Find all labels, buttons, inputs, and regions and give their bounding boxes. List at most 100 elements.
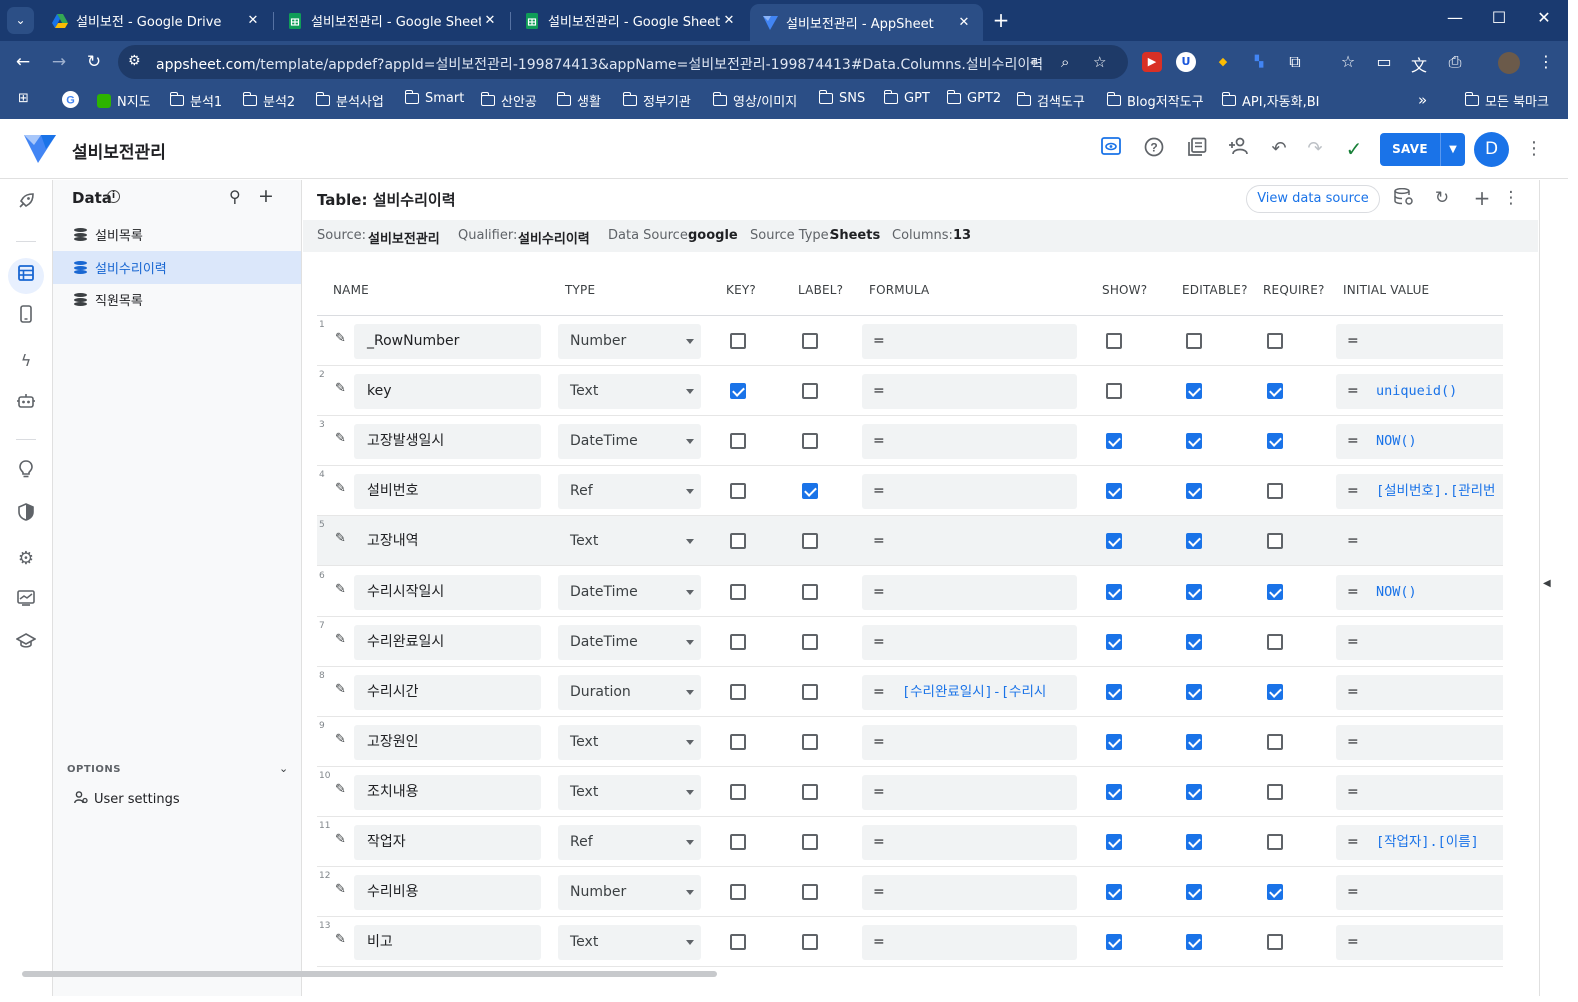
undo-icon[interactable]: ↶ xyxy=(1267,137,1291,161)
editable-checkbox[interactable] xyxy=(1186,633,1202,650)
require-checkbox[interactable] xyxy=(1267,333,1283,349)
require-checkbox[interactable] xyxy=(1267,733,1283,750)
minimize-icon[interactable]: — xyxy=(1440,8,1470,27)
extension-icon[interactable]: U xyxy=(1176,52,1196,72)
browser-tab[interactable]: 설비보전관리 - Google Sheets ✕ xyxy=(512,6,748,35)
label-checkbox[interactable] xyxy=(802,583,818,600)
edit-pencil-icon[interactable]: ✎ xyxy=(335,582,346,597)
initial-value-field[interactable]: = NOW() xyxy=(1336,574,1503,610)
require-checkbox[interactable] xyxy=(1267,934,1283,951)
bookmark-folder[interactable]: 검색도구 xyxy=(1016,91,1085,110)
show-checkbox[interactable] xyxy=(1106,483,1122,500)
edit-pencil-icon[interactable]: ✎ xyxy=(335,331,346,346)
column-type-select[interactable]: DateTime xyxy=(558,424,701,460)
chevron-down-icon[interactable]: ▼ xyxy=(1441,133,1465,166)
checkmark-icon[interactable]: ✓ xyxy=(1342,137,1366,161)
tab-search-button[interactable]: ⌄ xyxy=(7,7,34,34)
editable-checkbox[interactable] xyxy=(1186,383,1202,400)
settings-gear-icon[interactable]: ⚙ xyxy=(13,546,39,572)
show-checkbox[interactable] xyxy=(1106,934,1122,951)
save-button[interactable]: SAVE ▼ xyxy=(1380,133,1465,166)
editable-checkbox[interactable] xyxy=(1186,433,1202,450)
bookmark-folder[interactable]: 영상/이미지 xyxy=(712,91,797,110)
bookmark-folder[interactable]: SNS xyxy=(818,90,865,106)
sidebar-item-equipment-list[interactable]: 설비목록 xyxy=(53,218,301,251)
preview-eye-icon[interactable] xyxy=(1099,137,1123,161)
formula-field[interactable]: = xyxy=(862,825,1077,860)
key-checkbox[interactable] xyxy=(730,483,746,500)
back-icon[interactable]: ← xyxy=(12,52,34,72)
editable-checkbox[interactable] xyxy=(1186,683,1202,700)
translate-icon[interactable]: 文 xyxy=(1408,52,1430,76)
database-settings-icon[interactable] xyxy=(1393,187,1415,211)
show-checkbox[interactable] xyxy=(1106,533,1122,550)
browser-tab-active[interactable]: 설비보전관리 - AppSheet ✕ xyxy=(750,4,983,41)
label-checkbox[interactable] xyxy=(802,884,818,901)
initial-value-field[interactable]: = xyxy=(1336,724,1503,760)
require-checkbox[interactable] xyxy=(1267,884,1283,901)
chevron-down-icon[interactable]: ⌄ xyxy=(279,762,288,775)
editable-checkbox[interactable] xyxy=(1186,333,1202,349)
label-checkbox[interactable] xyxy=(802,333,818,349)
print-icon[interactable]: ⎙ xyxy=(1444,52,1466,72)
key-checkbox[interactable] xyxy=(730,583,746,600)
bookmark-folder[interactable]: GPT2 xyxy=(946,90,1001,106)
show-checkbox[interactable] xyxy=(1106,683,1122,700)
show-checkbox[interactable] xyxy=(1106,834,1122,850)
edit-pencil-icon[interactable]: ✎ xyxy=(335,782,346,797)
intelligence-bulb-icon[interactable] xyxy=(13,460,39,486)
extension-icon[interactable]: ▶ xyxy=(1142,52,1162,72)
key-checkbox[interactable] xyxy=(730,783,746,800)
edit-pencil-icon[interactable]: ✎ xyxy=(335,431,346,446)
label-checkbox[interactable] xyxy=(802,783,818,800)
location-icon[interactable]: ⌖ xyxy=(1030,53,1038,71)
security-shield-icon[interactable] xyxy=(13,503,39,529)
column-name-field[interactable]: key xyxy=(354,374,541,410)
editable-checkbox[interactable] xyxy=(1186,533,1202,550)
editable-checkbox[interactable] xyxy=(1186,733,1202,750)
key-checkbox[interactable] xyxy=(730,934,746,951)
more-vert-icon[interactable]: ⋮ xyxy=(1522,137,1546,161)
column-name-field[interactable]: 고장원인 xyxy=(354,724,541,760)
address-bar[interactable]: ⚙ appsheet.com/template/appdef?appId=설비보… xyxy=(118,45,1128,79)
initial-value-field[interactable]: = [작업자].[이름] xyxy=(1336,825,1503,860)
formula-field[interactable]: = [수리완료일시]-[수리시 xyxy=(862,674,1077,710)
new-tab-button[interactable]: + xyxy=(990,10,1012,30)
editable-checkbox[interactable] xyxy=(1186,783,1202,800)
column-name-field[interactable]: 수리시작일시 xyxy=(354,574,541,610)
window-close-icon[interactable]: ✕ xyxy=(1529,8,1559,27)
initial-value-field[interactable]: = NOW() xyxy=(1336,424,1503,460)
formula-field[interactable]: = xyxy=(862,324,1077,359)
column-type-select[interactable]: Text xyxy=(558,374,701,410)
bookmark-link[interactable]: N지도 xyxy=(97,91,151,110)
edit-pencil-icon[interactable]: ✎ xyxy=(335,682,346,697)
column-name-field[interactable]: 수리시간 xyxy=(354,674,541,710)
close-icon[interactable]: ✕ xyxy=(955,15,973,30)
bookmarks-star-icon[interactable]: ☆ xyxy=(1337,52,1359,71)
bookmark-folder[interactable]: GPT xyxy=(883,90,930,106)
google-bookmark-icon[interactable]: G xyxy=(62,91,79,108)
column-name-field[interactable]: 비고 xyxy=(354,925,541,961)
column-type-select[interactable]: Ref xyxy=(558,474,701,510)
edit-pencil-icon[interactable]: ✎ xyxy=(335,632,346,647)
chevron-left-icon[interactable]: ◀ xyxy=(1543,578,1551,589)
show-checkbox[interactable] xyxy=(1106,383,1122,400)
show-checkbox[interactable] xyxy=(1106,633,1122,650)
column-type-select[interactable]: DateTime xyxy=(558,624,701,660)
show-checkbox[interactable] xyxy=(1106,433,1122,450)
share-add-person-icon[interactable] xyxy=(1227,137,1251,161)
bookmark-folder[interactable]: 분석사업 xyxy=(315,91,384,110)
initial-value-field[interactable]: = xyxy=(1336,674,1503,710)
key-checkbox[interactable] xyxy=(730,733,746,750)
views-phone-icon[interactable] xyxy=(13,305,39,331)
extension-icon[interactable]: ▚ xyxy=(1249,52,1269,72)
forward-icon[interactable]: → xyxy=(48,52,70,72)
column-type-select[interactable]: Number xyxy=(558,324,701,359)
column-type-select[interactable]: Text xyxy=(558,925,701,961)
more-bookmarks-icon[interactable]: » xyxy=(1418,91,1427,109)
key-checkbox[interactable] xyxy=(730,683,746,700)
formula-field[interactable]: = xyxy=(862,875,1077,911)
label-checkbox[interactable] xyxy=(802,433,818,450)
reading-mode-icon[interactable]: ▭ xyxy=(1373,52,1395,71)
help-icon[interactable]: ? xyxy=(1142,137,1166,161)
